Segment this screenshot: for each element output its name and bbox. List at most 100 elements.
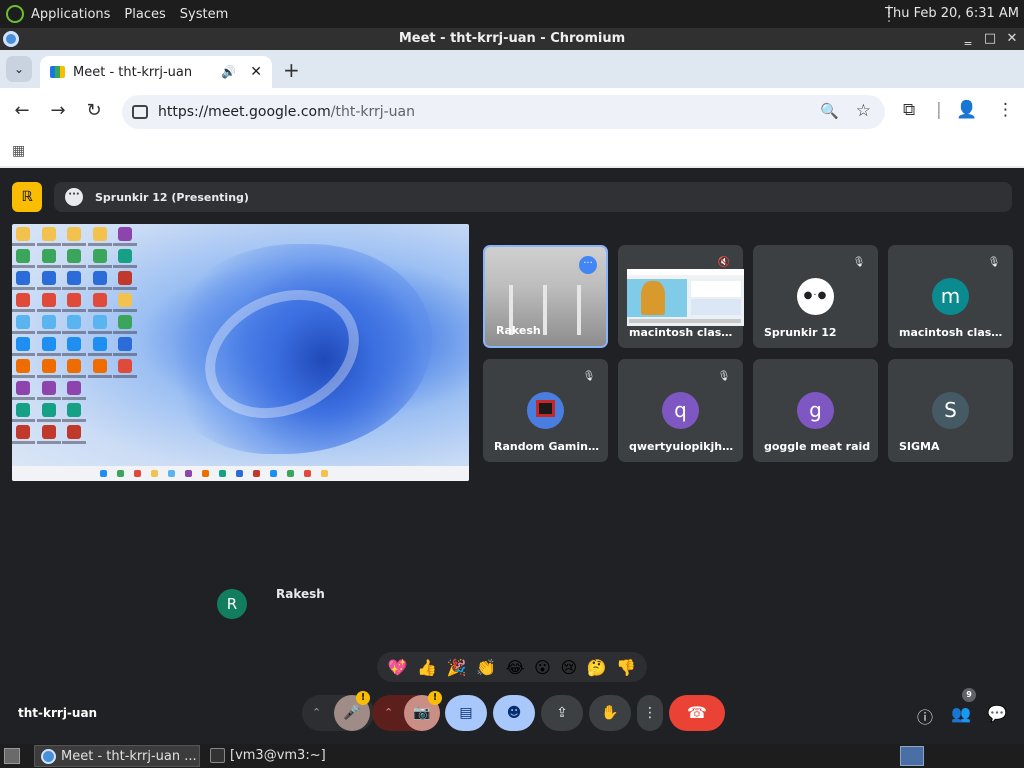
meeting-info-icon[interactable]: ⓘ bbox=[914, 704, 936, 728]
camera-options-chevron-icon[interactable]: ⌃ bbox=[384, 695, 393, 731]
profile-icon[interactable]: 👤 bbox=[956, 100, 977, 120]
browser-toolbar: ← → ↻ https://meet.google.com/tht-krrj-u… bbox=[0, 88, 1024, 136]
reaction-surprised-icon[interactable]: 😮 bbox=[534, 658, 551, 677]
muted-mic-icon: 🎙 bbox=[717, 371, 731, 382]
desktop-app-icon bbox=[16, 381, 30, 395]
participant-tile-sprunkir[interactable]: ●·● 🎙 Sprunkir 12 bbox=[753, 245, 878, 348]
people-icon[interactable]: 👥 bbox=[950, 704, 972, 723]
participant-tile-macintosh-classic-1[interactable]: m 🎙 macintosh classic 1 bbox=[888, 245, 1013, 348]
reaction-thumbs-down-icon[interactable]: 👎 bbox=[616, 658, 636, 677]
chromium-icon bbox=[3, 31, 19, 47]
menu-applications[interactable]: Applications bbox=[31, 7, 110, 22]
bookmarks-bar: ▦ bbox=[0, 136, 1024, 168]
clock[interactable]: Thu Feb 20, 6:31 AM bbox=[885, 6, 1019, 21]
more-options-icon[interactable]: ··· bbox=[65, 188, 83, 206]
presenting-icon[interactable]: ℝ bbox=[12, 182, 42, 212]
taskbar-item-chromium[interactable]: Meet - tht-krrj-uan ... bbox=[34, 745, 200, 767]
reload-button[interactable]: ↻ bbox=[82, 100, 106, 121]
mic-options-chevron-icon[interactable]: ⌃ bbox=[312, 695, 321, 731]
forward-button[interactable]: → bbox=[46, 100, 70, 121]
captions-button[interactable]: ▤ bbox=[445, 695, 487, 731]
new-tab-button[interactable]: + bbox=[283, 58, 300, 82]
chat-icon[interactable]: 💬 bbox=[986, 704, 1008, 723]
close-tab-icon[interactable]: ✕ bbox=[250, 64, 262, 80]
tile-options-icon[interactable]: ··· bbox=[579, 256, 597, 274]
extensions-icon[interactable]: ⧉ bbox=[903, 100, 915, 120]
bookmark-star-icon[interactable]: ☆ bbox=[856, 101, 871, 121]
desktop-app-icon bbox=[41, 403, 56, 417]
apps-grid-icon[interactable]: ▦ bbox=[12, 143, 25, 159]
workspace-switcher-icon[interactable] bbox=[900, 746, 924, 766]
desktop-app-label bbox=[113, 287, 137, 290]
reaction-clap-icon[interactable]: 👏 bbox=[476, 658, 496, 677]
participant-name: Sprunkir 12 bbox=[764, 326, 837, 339]
desktop-app-icon bbox=[118, 249, 132, 263]
desktop-app-icon bbox=[67, 271, 81, 285]
reaction-sad-icon[interactable]: 😢 bbox=[560, 658, 577, 677]
browser-menu-icon[interactable]: ⋮ bbox=[997, 100, 1014, 120]
desktop-app-label bbox=[36, 265, 61, 268]
address-bar[interactable]: https://meet.google.com/tht-krrj-uan 🔍 ☆ bbox=[122, 95, 885, 129]
reaction-party-icon[interactable]: 🎉 bbox=[447, 658, 467, 677]
presenter-label: Sprunkir 12 (Presenting) bbox=[95, 190, 249, 204]
tab-meet[interactable]: Meet - tht-krrj-uan 🔊 ✕ bbox=[40, 56, 272, 88]
minimize-icon[interactable]: ‗ bbox=[960, 28, 976, 50]
emoji-button[interactable]: ☻ bbox=[493, 695, 535, 731]
desktop-app-icon bbox=[16, 249, 30, 263]
menu-system[interactable]: System bbox=[180, 7, 228, 22]
back-button[interactable]: ← bbox=[10, 100, 34, 121]
reaction-thinking-icon[interactable]: 🤔 bbox=[587, 658, 607, 677]
participant-tile-goggle[interactable]: g goggle meat raid bbox=[753, 359, 878, 462]
participant-avatar: q bbox=[662, 392, 699, 429]
present-screen-button[interactable]: ⇪ bbox=[541, 695, 583, 731]
show-desktop-icon[interactable] bbox=[4, 748, 20, 764]
desktop-app-label bbox=[12, 353, 35, 356]
shared-screen[interactable] bbox=[12, 224, 469, 481]
site-info-icon[interactable] bbox=[132, 105, 148, 119]
participant-tile-macintosh-classic[interactable]: 🔇 macintosh classic ... bbox=[618, 245, 744, 348]
desktop-app-icon bbox=[41, 315, 56, 329]
desktop-app-label bbox=[113, 331, 137, 334]
shared-taskbar-app-icon bbox=[202, 470, 209, 477]
speaker-icon[interactable]: 🔊 bbox=[221, 65, 236, 79]
muted-mic-icon: 🎙 bbox=[987, 257, 1001, 268]
os-logo-icon[interactable] bbox=[6, 5, 24, 23]
camera-warning-badge: ! bbox=[428, 691, 442, 705]
desktop-app-icon bbox=[16, 337, 30, 351]
tab-strip: ⌄ Meet - tht-krrj-uan 🔊 ✕ + bbox=[0, 50, 1024, 88]
window-titlebar[interactable]: Meet - tht-krrj-uan - Chromium ‗ □ ✕ bbox=[0, 28, 1024, 50]
tab-search-button[interactable]: ⌄ bbox=[6, 56, 32, 82]
participant-tile-sigma[interactable]: S SIGMA bbox=[888, 359, 1013, 462]
participant-tile-qwerty[interactable]: q 🎙 qwertyuiopikjhgfd... bbox=[618, 359, 743, 462]
desktop-app-label bbox=[36, 397, 61, 400]
shared-taskbar-app-icon bbox=[185, 470, 192, 477]
muted-mic-icon: 🎙 bbox=[852, 257, 866, 268]
raise-hand-button[interactable]: ✋ bbox=[589, 695, 631, 731]
toolbar-divider: | bbox=[936, 100, 942, 120]
zoom-icon[interactable]: 🔍 bbox=[820, 102, 839, 120]
reaction-heart-icon[interactable]: 💖 bbox=[388, 658, 408, 677]
leave-call-button[interactable]: ☎ bbox=[669, 695, 725, 731]
chromium-icon bbox=[41, 749, 56, 764]
participant-tile-rakesh[interactable]: ··· Rakesh bbox=[483, 245, 608, 348]
maximize-icon[interactable]: □ bbox=[982, 28, 998, 50]
menu-places[interactable]: Places bbox=[124, 7, 165, 22]
desktop-app-icon bbox=[67, 227, 81, 241]
desktop-app-icon bbox=[118, 271, 132, 285]
desktop-app-label bbox=[12, 331, 35, 334]
desktop-app-label bbox=[36, 441, 61, 444]
presenting-bar[interactable]: ··· Sprunkir 12 (Presenting) bbox=[54, 182, 1012, 212]
participant-name: macintosh classic 1 bbox=[899, 326, 1007, 339]
reaction-laugh-icon[interactable]: 😂 bbox=[506, 658, 525, 677]
reaction-thumbs-up-icon[interactable]: 👍 bbox=[417, 658, 437, 677]
desktop-app-icon bbox=[67, 359, 81, 373]
taskbar-item-terminal[interactable]: [vm3@vm3:~] bbox=[204, 745, 354, 767]
close-window-icon[interactable]: ✕ bbox=[1004, 28, 1020, 50]
self-avatar[interactable]: R bbox=[217, 589, 247, 619]
desktop-app-label bbox=[113, 353, 137, 356]
more-options-button[interactable]: ⋮ bbox=[637, 695, 663, 731]
os-top-panel: Applications Places System Thu Feb 20, 6… bbox=[0, 0, 1024, 28]
shared-taskbar bbox=[12, 466, 469, 481]
participant-tile-random-gaming[interactable]: 🎙 Random Gamingin... bbox=[483, 359, 608, 462]
url-path: /tht-krrj-uan bbox=[330, 104, 416, 120]
